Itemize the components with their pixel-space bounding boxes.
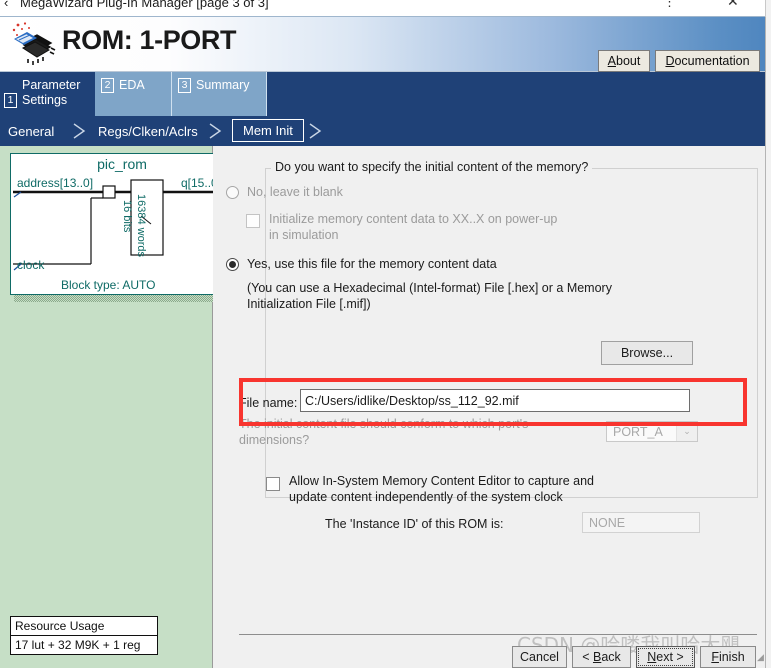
port-select[interactable]: PORT_A ⌄ bbox=[606, 421, 698, 442]
title-right-edge bbox=[765, 0, 771, 17]
breadcrumb-item-mem-init[interactable]: Mem Init bbox=[232, 119, 304, 142]
next-button[interactable]: Next > bbox=[636, 646, 695, 668]
breadcrumb-label: Regs/Clken/Aclrs bbox=[98, 123, 198, 139]
documentation-button[interactable]: Documentation bbox=[655, 50, 760, 72]
port-conform-label: The initial content file should conform … bbox=[239, 417, 529, 447]
symbol-module-name: pic_rom bbox=[97, 156, 147, 172]
resource-usage-header: Resource Usage bbox=[11, 617, 157, 636]
instance-id-input[interactable]: NONE bbox=[582, 512, 700, 533]
radio-use-file[interactable] bbox=[226, 258, 239, 271]
about-button[interactable]: About bbox=[598, 50, 650, 72]
overflow-menu-icon[interactable]: ⋮ bbox=[663, 0, 676, 10]
footer-divider bbox=[239, 634, 757, 635]
symbol-preview-pane: pic_rom address[13..0] q[15..0] clock 16… bbox=[0, 146, 239, 668]
port-select-value: PORT_A bbox=[613, 424, 663, 439]
symbol-block-type: Block type: AUTO bbox=[61, 278, 156, 292]
checkbox-initialize-xx-label: Initialize memory content data to XX..X … bbox=[269, 212, 558, 242]
chevron-down-icon: ⌄ bbox=[676, 422, 697, 441]
window-right-edge bbox=[765, 17, 771, 668]
breadcrumb: General Regs/Clken/Aclrs Mem Init bbox=[0, 116, 765, 146]
wizard-step-tabs: 1 Parameter Settings 2 EDA 3 Summary bbox=[0, 72, 765, 116]
symbol-mem-depth: 16384 words bbox=[135, 194, 147, 257]
breadcrumb-label: Mem Init bbox=[243, 123, 293, 138]
mem-init-form: Do you want to specify the initial conte… bbox=[213, 146, 765, 627]
radio-use-file-label: Yes, use this file for the memory conten… bbox=[247, 257, 497, 271]
chevron-right-icon bbox=[208, 122, 224, 140]
symbol-port-address: address[13..0] bbox=[17, 176, 94, 190]
checkbox-in-system-memory-editor[interactable] bbox=[266, 477, 280, 491]
window-title-bar: ‹ MegaWizard Plug-In Manager [page 3 of … bbox=[0, 0, 771, 17]
tab-eda[interactable]: 2 EDA bbox=[95, 72, 172, 116]
tab-label: Parameter Settings bbox=[22, 78, 81, 107]
tab-number: 3 bbox=[178, 78, 191, 93]
rom-symbol-diagram: pic_rom address[13..0] q[15..0] clock 16… bbox=[10, 153, 232, 295]
tab-number: 2 bbox=[101, 78, 114, 93]
page-title: ROM: 1-PORT bbox=[62, 25, 237, 55]
back-chevron-icon[interactable]: ‹ bbox=[4, 0, 8, 10]
window-title: MegaWizard Plug-In Manager [page 3 of 3] bbox=[20, 0, 269, 10]
checkbox-in-system-memory-editor-label: Allow In-System Memory Content Editor to… bbox=[289, 474, 594, 504]
instance-id-label: The 'Instance ID' of this ROM is: bbox=[325, 517, 504, 531]
tab-parameter-settings[interactable]: 1 Parameter Settings bbox=[0, 72, 95, 116]
tab-number: 1 bbox=[4, 93, 17, 108]
resource-usage-value: 17 lut + 32 M9K + 1 reg bbox=[15, 638, 141, 652]
tab-label: Summary bbox=[196, 78, 250, 92]
file-name-label: File name: bbox=[239, 396, 298, 410]
groupbox-title: Do you want to specify the initial conte… bbox=[271, 160, 593, 174]
file-name-input[interactable] bbox=[300, 389, 690, 412]
browse-button[interactable]: Browse... bbox=[601, 341, 693, 365]
symbol-mem-width: 16 bits bbox=[121, 200, 133, 233]
chevron-right-icon bbox=[308, 122, 324, 140]
resize-grip[interactable]: ◢ bbox=[757, 652, 767, 662]
finish-button[interactable]: Finish bbox=[700, 646, 756, 668]
megawizard-window: ‹ MegaWizard Plug-In Manager [page 3 of … bbox=[0, 0, 771, 668]
chip-wizard-icon bbox=[8, 21, 56, 67]
tab-summary[interactable]: 3 Summary bbox=[172, 72, 267, 116]
radio-leave-blank[interactable] bbox=[226, 186, 239, 199]
checkbox-initialize-xx[interactable] bbox=[246, 214, 260, 228]
cancel-button[interactable]: Cancel bbox=[512, 646, 567, 668]
breadcrumb-item-general[interactable]: General bbox=[8, 116, 54, 146]
back-button[interactable]: < Back bbox=[572, 646, 631, 668]
symbol-port-clock: clock bbox=[17, 258, 45, 272]
file-format-note: (You can use a Hexadecimal (Intel-format… bbox=[247, 281, 612, 311]
breadcrumb-label: General bbox=[8, 123, 55, 139]
tab-label: EDA bbox=[119, 78, 145, 92]
radio-leave-blank-label: No, leave it blank bbox=[247, 185, 343, 199]
resource-usage-box: Resource Usage 17 lut + 32 M9K + 1 reg bbox=[10, 616, 158, 655]
breadcrumb-item-regs[interactable]: Regs/Clken/Aclrs bbox=[98, 116, 198, 146]
close-icon[interactable]: ✕ bbox=[727, 0, 739, 10]
product-banner: ROM: 1-PORT About Documentation bbox=[0, 17, 765, 72]
tabstrip-filler bbox=[267, 72, 765, 116]
chevron-right-icon bbox=[72, 122, 88, 140]
